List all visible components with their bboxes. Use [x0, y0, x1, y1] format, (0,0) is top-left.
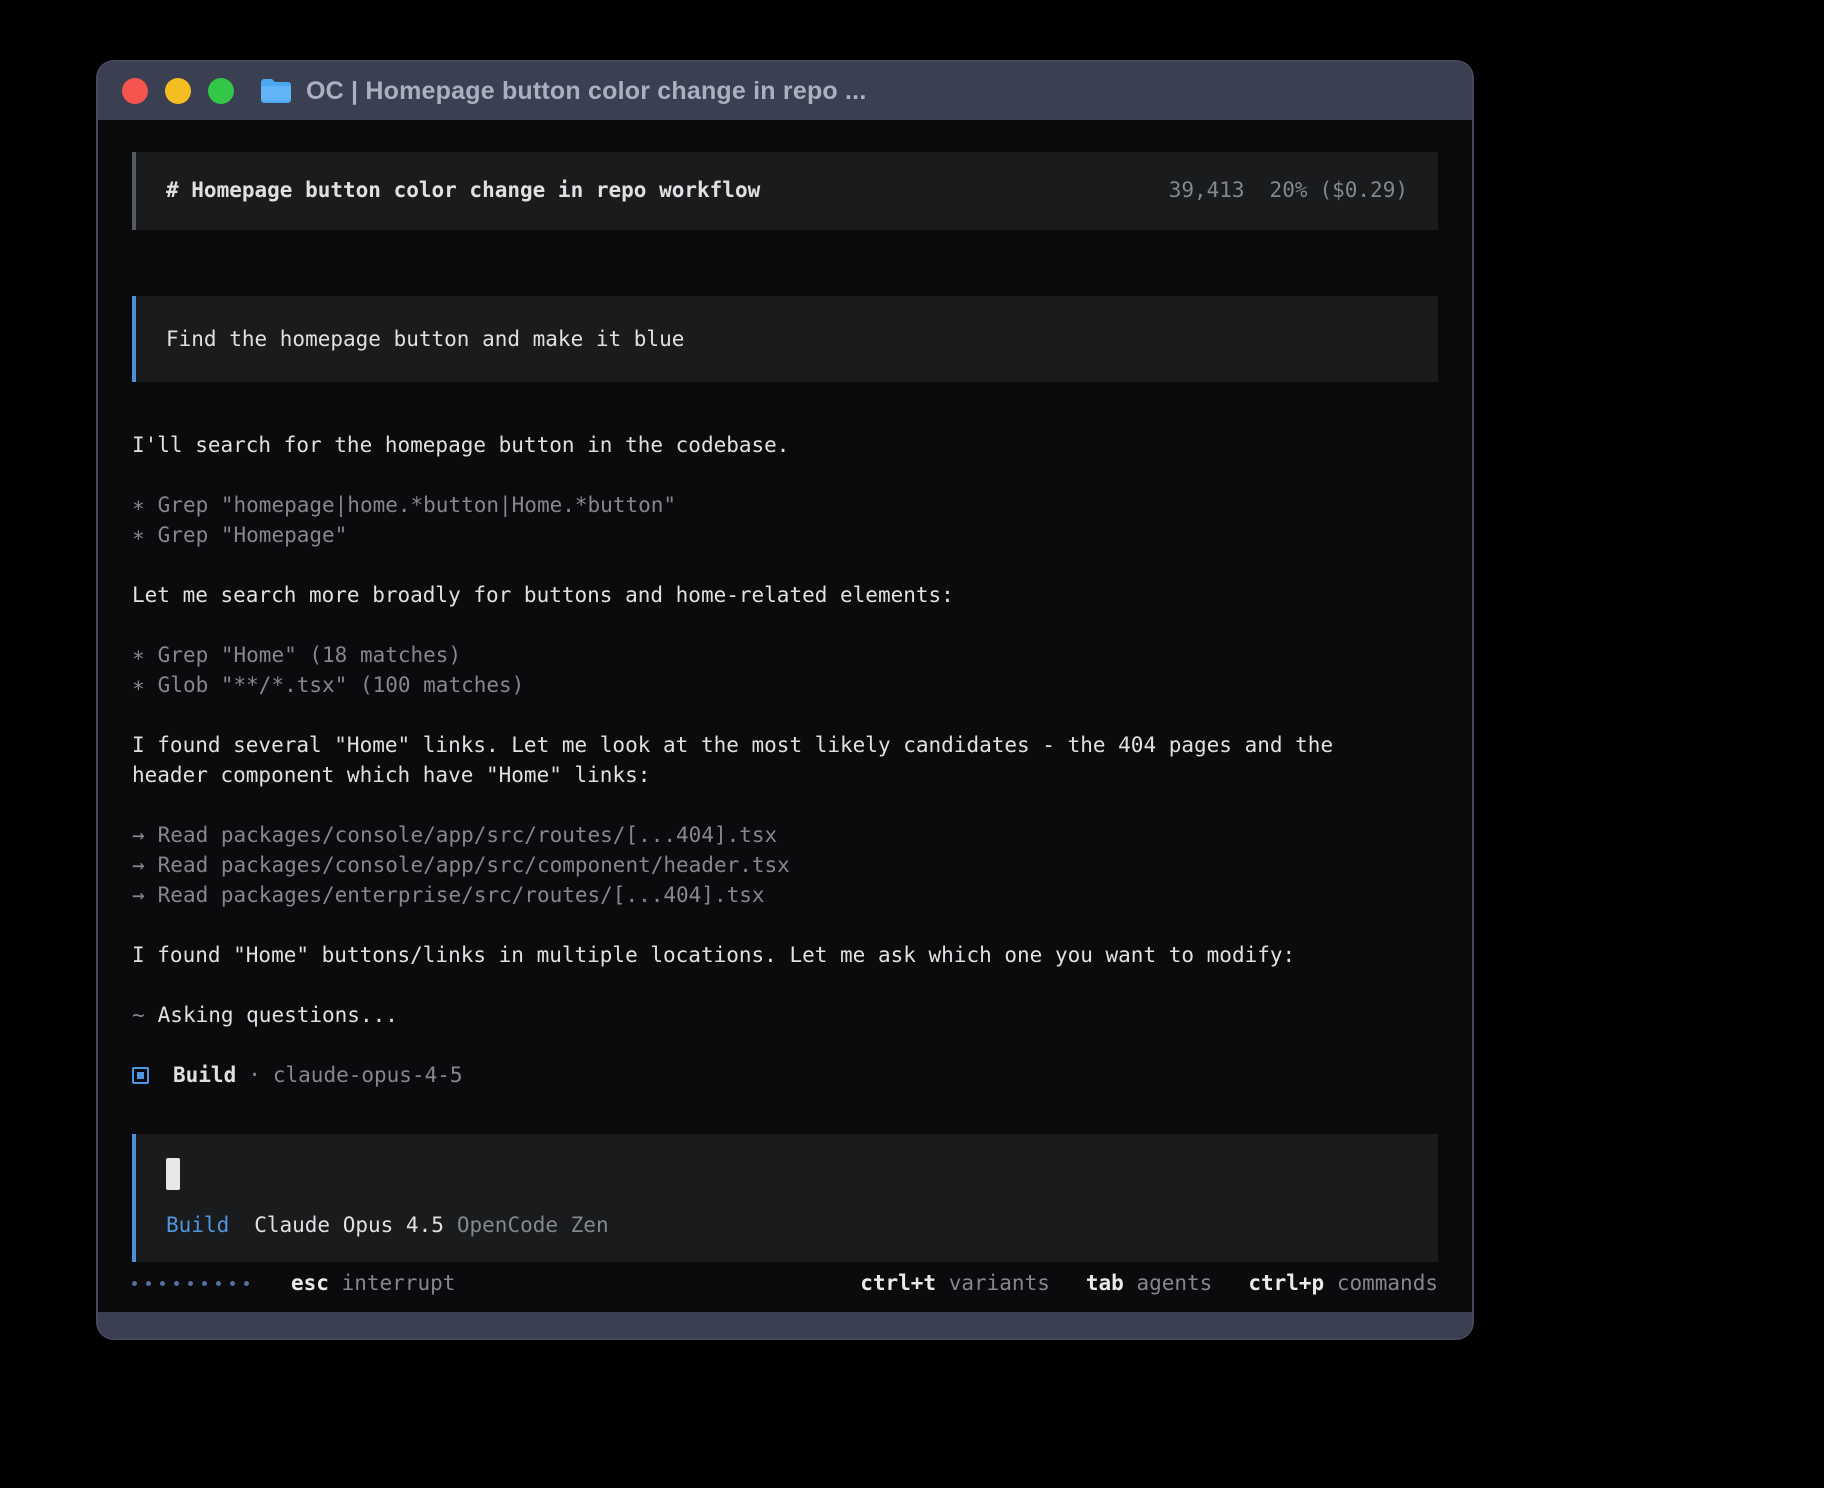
- spinner-dot: [132, 1281, 137, 1286]
- session-stats: 39,413 20% ($0.29): [1169, 175, 1408, 205]
- tool-bullet-icon: ∗: [132, 490, 145, 520]
- terminal-window: OC | Homepage button color change in rep…: [96, 60, 1474, 1340]
- tool-call-group: ∗ Grep "Home" (18 matches) ∗ Glob "**/*.…: [132, 640, 1438, 700]
- shortcut-agents: tab agents: [1086, 1268, 1212, 1298]
- tool-call: ∗ Grep "Home" (18 matches): [132, 640, 1438, 670]
- tool-call-text: Read packages/console/app/src/routes/[..…: [158, 820, 778, 850]
- minimize-button[interactable]: [165, 78, 191, 104]
- interrupt-hint: esc interrupt: [291, 1268, 455, 1298]
- session-header: # Homepage button color change in repo w…: [132, 152, 1438, 230]
- tool-call-text: Grep "Home" (18 matches): [158, 640, 461, 670]
- spinner-dot: [146, 1281, 151, 1286]
- shortcut-label: variants: [949, 1271, 1050, 1295]
- context-percent: 20%: [1270, 175, 1308, 205]
- read-arrow-icon: →: [132, 880, 145, 910]
- tool-call-group: ∗ Grep "homepage|home.*button|Home.*butt…: [132, 490, 1438, 550]
- session-title: # Homepage button color change in repo w…: [166, 175, 760, 205]
- shortcut-label: agents: [1136, 1271, 1212, 1295]
- text-cursor: [166, 1158, 180, 1190]
- spinner-dot: [230, 1281, 235, 1286]
- shortcut-key: ctrl+p: [1248, 1271, 1324, 1295]
- activity-status-text: Asking questions...: [158, 1000, 398, 1030]
- tool-call: → Read packages/console/app/src/componen…: [132, 850, 1438, 880]
- spinner-dot: [160, 1281, 165, 1286]
- window-title: OC | Homepage button color change in rep…: [306, 77, 866, 106]
- spinner-dot: [216, 1281, 221, 1286]
- window-bottom-chrome: [98, 1312, 1472, 1338]
- tool-call: → Read packages/enterprise/src/routes/[.…: [132, 880, 1438, 910]
- spinner-dot: [244, 1281, 249, 1286]
- maximize-button[interactable]: [208, 78, 234, 104]
- tool-call: → Read packages/console/app/src/routes/[…: [132, 820, 1438, 850]
- interrupt-label: interrupt: [342, 1271, 456, 1295]
- input-meta: Build Claude Opus 4.5 OpenCode Zen: [166, 1210, 1408, 1240]
- status-bar: esc interrupt ctrl+t variants tab agents…: [132, 1268, 1438, 1298]
- shortcut-hints: ctrl+t variants tab agents ctrl+p comman…: [860, 1268, 1438, 1298]
- user-message-text: Find the homepage button and make it blu…: [166, 327, 684, 351]
- user-message: Find the homepage button and make it blu…: [132, 296, 1438, 382]
- tool-bullet-icon: ∗: [132, 640, 145, 670]
- assistant-text: I found "Home" buttons/links in multiple…: [132, 940, 1372, 970]
- folder-icon: [260, 78, 292, 104]
- agent-model: claude-opus-4-5: [273, 1060, 463, 1090]
- shortcut-commands: ctrl+p commands: [1248, 1268, 1438, 1298]
- tool-call-text: Glob "**/*.tsx" (100 matches): [158, 670, 525, 700]
- agent-badge: Build · claude-opus-4-5: [132, 1060, 1438, 1090]
- assistant-text: I'll search for the homepage button in t…: [132, 430, 1372, 460]
- assistant-text: I found several "Home" links. Let me loo…: [132, 730, 1372, 790]
- input-model: Claude Opus 4.5: [254, 1210, 444, 1240]
- shortcut-key: ctrl+t: [860, 1271, 936, 1295]
- tool-call-text: Read packages/enterprise/src/routes/[...…: [158, 880, 765, 910]
- shortcut-key: tab: [1086, 1271, 1124, 1295]
- shortcut-label: commands: [1337, 1271, 1438, 1295]
- input-mode: Build: [166, 1210, 229, 1240]
- tool-call-text: Read packages/console/app/src/component/…: [158, 850, 790, 880]
- shortcut-variants: ctrl+t variants: [860, 1268, 1050, 1298]
- spinner-dot: [174, 1281, 179, 1286]
- tool-bullet-icon: ∗: [132, 520, 145, 550]
- status-tilde-icon: ~: [132, 1000, 145, 1030]
- interrupt-key: esc: [291, 1271, 329, 1295]
- read-arrow-icon: →: [132, 850, 145, 880]
- assistant-text: Let me search more broadly for buttons a…: [132, 580, 1372, 610]
- tool-call: ∗ Grep "homepage|home.*button|Home.*butt…: [132, 490, 1438, 520]
- tool-call-text: Grep "Homepage": [158, 520, 348, 550]
- activity-spinner: [132, 1281, 249, 1286]
- read-arrow-icon: →: [132, 820, 145, 850]
- tool-call: ∗ Grep "Homepage": [132, 520, 1438, 550]
- tool-call-group: → Read packages/console/app/src/routes/[…: [132, 820, 1438, 910]
- agent-name: Build: [173, 1060, 236, 1090]
- prompt-input[interactable]: Build Claude Opus 4.5 OpenCode Zen: [132, 1134, 1438, 1262]
- input-provider: OpenCode Zen: [457, 1210, 609, 1240]
- close-button[interactable]: [122, 78, 148, 104]
- tool-call: ∗ Glob "**/*.tsx" (100 matches): [132, 670, 1438, 700]
- tool-bullet-icon: ∗: [132, 670, 145, 700]
- traffic-lights: [122, 78, 234, 104]
- session-cost: ($0.29): [1319, 175, 1408, 205]
- agent-separator: ·: [248, 1060, 261, 1090]
- activity-status: ~ Asking questions...: [132, 1000, 1372, 1030]
- window-titlebar: OC | Homepage button color change in rep…: [98, 62, 1472, 120]
- spinner-dot: [202, 1281, 207, 1286]
- agent-icon: [132, 1067, 149, 1084]
- session-view: # Homepage button color change in repo w…: [98, 120, 1472, 1312]
- tool-call-text: Grep "homepage|home.*button|Home.*button…: [158, 490, 676, 520]
- spinner-dot: [188, 1281, 193, 1286]
- token-count: 39,413: [1169, 175, 1245, 205]
